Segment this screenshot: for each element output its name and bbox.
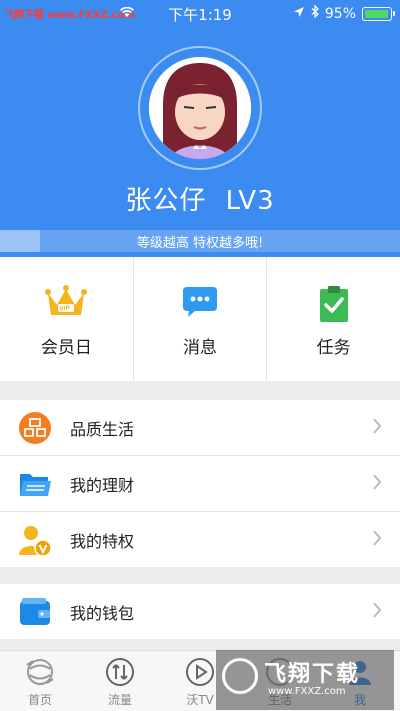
privilege-user-icon [18,523,52,557]
menu-item-privileges[interactable]: 我的特权 [0,512,400,567]
wallet-icon [18,595,52,629]
play-icon [185,657,215,691]
chevron-right-icon [372,473,382,495]
bluetooth-icon [311,4,319,22]
quick-actions: 会员日 消息 任务 [0,257,400,381]
menu-group-2: 我的钱包 [0,584,400,639]
menu-item-label: 我的理财 [70,476,135,495]
quick-item-messages[interactable]: 消息 [132,257,267,381]
chevron-right-icon [372,601,382,623]
home-globe-icon [25,657,55,691]
watermark-overlay: 飞翔下载 www.FXXZ.com [216,650,394,710]
menu-item-wallet[interactable]: 我的钱包 [0,584,400,639]
menu-item-label: 我的特权 [70,532,135,551]
menu-item-finance[interactable]: 我的理财 [0,456,400,512]
task-clipboard-icon [318,285,350,327]
chevron-right-icon [372,529,382,551]
battery-icon [362,6,395,21]
username-level: 张公仔 LV3 [0,180,400,217]
tab-traffic[interactable]: 流量 [80,651,160,711]
tab-label: 首页 [27,693,52,707]
chat-bubble-icon [181,285,219,323]
tab-home[interactable]: 首页 [0,651,80,711]
watermark-logo-icon [222,658,258,694]
crown-vip-icon [45,285,88,323]
user-level: LV3 [225,186,275,216]
status-bar: 飞翔下载 www.FXXZ.com 下午1:19 95% [0,0,400,28]
watermark-url: www.FXXZ.com [268,686,346,697]
quick-item-member-day[interactable]: 会员日 [0,257,133,381]
pin-badge-icon [18,411,52,445]
profile-header: 张公仔 LV3 等级越高 特权越多哦! [0,28,400,257]
level-hint: 等级越高 特权越多哦! [136,236,264,251]
tab-label: 流量 [107,693,132,707]
chevron-right-icon [372,417,382,439]
menu-item-label: 品质生活 [70,420,135,439]
traffic-arrows-icon [105,657,135,691]
menu-group-1: 品质生活 我的理财 我的特权 [0,400,400,567]
avatar-ring[interactable] [138,46,262,170]
quick-item-label: 任务 [316,338,351,358]
menu-item-quality-life[interactable]: 品质生活 [0,400,400,456]
level-progress-bar: 等级越高 特权越多哦! [0,230,400,252]
watermark-title: 飞翔下载 [264,662,361,687]
username: 张公仔 [125,186,207,216]
quick-item-label: 会员日 [40,338,92,358]
battery-percent: 95% [324,5,356,22]
menu-item-label: 我的钱包 [70,604,135,623]
quick-item-label: 消息 [183,338,217,358]
quick-item-tasks[interactable]: 任务 [266,257,400,381]
location-arrow-icon [293,6,305,22]
status-right: 95% [293,4,395,22]
avatar[interactable] [149,57,251,159]
folder-icon [18,467,52,501]
battery-fill [365,9,388,18]
